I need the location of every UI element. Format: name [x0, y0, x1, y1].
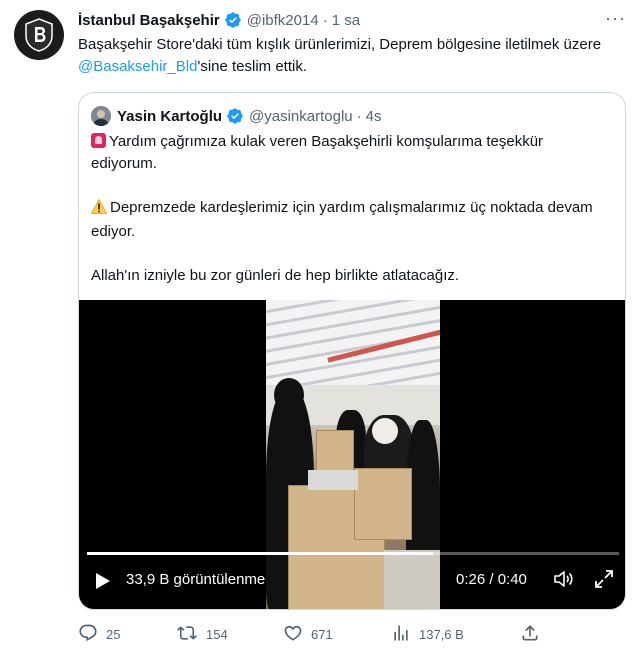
header-separator: · — [322, 11, 328, 29]
quote-text: Yardım çağrımıza kulak veren Başakşehirl… — [90, 131, 611, 287]
mention-link[interactable]: @Basaksehir_Bld — [78, 58, 197, 75]
quote-line-1: Yardım çağrımıza kulak veren Başakşehirl… — [91, 133, 544, 172]
quote-line-2: Depremzede kardeşlerimiz için yardım çal… — [91, 199, 593, 240]
fullscreen-icon[interactable] — [594, 569, 614, 593]
author-name[interactable]: İstanbul Başakşehir — [78, 12, 220, 29]
tweet-text-part1: Başakşehir Store'daki tüm kışlık ürünler… — [78, 36, 602, 53]
analytics-icon — [391, 623, 419, 646]
share-button[interactable] — [520, 622, 548, 646]
play-icon[interactable] — [95, 572, 111, 594]
quote-author-handle[interactable]: @yasinkartoglu — [249, 108, 353, 125]
quote-time[interactable]: 4s — [366, 108, 382, 125]
tweet-text-part2: 'sine teslim ettik. — [197, 58, 308, 75]
tweet-text: Başakşehir Store'daki tüm kışlık ürünler… — [78, 34, 628, 78]
quote-separator: · — [356, 107, 362, 125]
quoted-tweet[interactable]: Yasin Kartoğlu @yasinkartoglu · 4s Yardı… — [78, 92, 626, 610]
reply-count: 25 — [106, 626, 121, 642]
video-view-count: 33,9 B görüntülenme — [126, 571, 266, 588]
quote-header: Yasin Kartoğlu @yasinkartoglu · 4s — [91, 105, 381, 127]
club-logo-icon — [25, 18, 53, 52]
video-time: 0:26 / 0:40 — [456, 571, 527, 588]
siren-emoji-icon — [91, 133, 106, 148]
like-button[interactable]: 671 — [283, 622, 333, 646]
reply-icon — [78, 623, 106, 646]
views-button[interactable]: 137,6 B — [391, 622, 464, 646]
author-avatar[interactable] — [14, 10, 64, 60]
warning-emoji-icon — [90, 198, 108, 221]
like-count: 671 — [311, 626, 333, 642]
heart-icon — [283, 623, 311, 646]
view-count: 137,6 B — [419, 626, 464, 642]
quote-line-3: Allah'ın izniyle bu zor günleri de hep b… — [91, 267, 460, 284]
share-icon — [520, 623, 548, 646]
tweet-time[interactable]: 1 sa — [332, 12, 360, 29]
author-handle[interactable]: @ibfk2014 — [247, 12, 319, 29]
quote-author-name[interactable]: Yasin Kartoğlu — [117, 108, 222, 125]
video-player[interactable]: 33,9 B görüntülenme 0:26 / 0:40 — [79, 300, 625, 609]
reply-button[interactable]: 25 — [78, 622, 120, 646]
more-options-icon[interactable]: ··· — [605, 8, 626, 29]
quote-avatar[interactable] — [91, 106, 111, 126]
retweet-icon — [176, 623, 206, 646]
tweet-actions: 25 154 671 137,6 B — [78, 622, 626, 646]
video-progress-bar[interactable] — [87, 552, 619, 555]
retweet-count: 154 — [206, 626, 228, 642]
retweet-button[interactable]: 154 — [176, 622, 228, 646]
quote-verified-badge-icon — [226, 107, 244, 125]
volume-icon[interactable] — [553, 569, 575, 593]
tweet-header: İstanbul Başakşehir @ibfk2014 · 1 sa — [78, 9, 620, 31]
video-progress-fill — [87, 552, 433, 555]
video-controls: 33,9 B görüntülenme 0:26 / 0:40 — [79, 562, 625, 598]
verified-badge-icon — [224, 11, 242, 29]
